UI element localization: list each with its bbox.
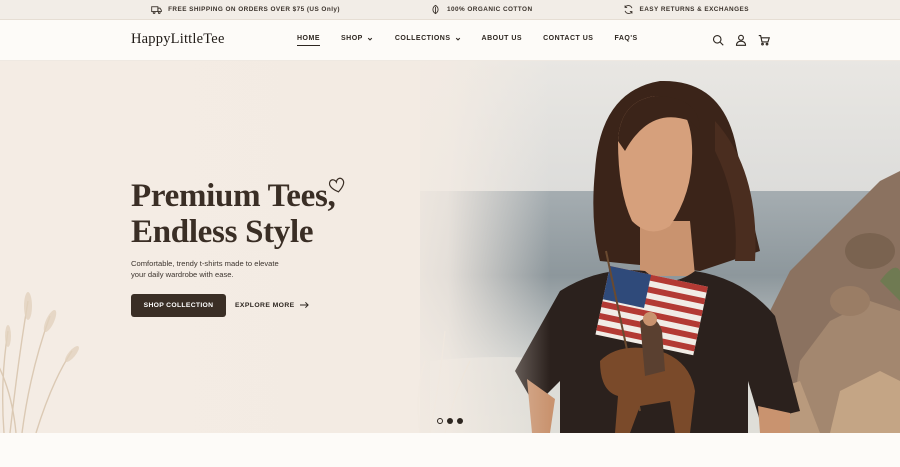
main-nav: HOME SHOP COLLECTIONS ABOUT US CONTACT U… [297, 35, 638, 46]
announcement-item-shipping: FREE SHIPPING ON ORDERS OVER $75 (US Onl… [151, 4, 340, 15]
leaf-icon [432, 4, 439, 15]
nav-item-collections[interactable]: COLLECTIONS [395, 35, 461, 42]
account-button[interactable] [735, 34, 747, 46]
hero-subtitle: Comfortable, trendy t-shirts made to ele… [131, 259, 279, 279]
nav-label: COLLECTIONS [394, 35, 451, 42]
site-logo[interactable]: HappyLittleTee [131, 31, 225, 48]
cart-icon [758, 34, 770, 46]
announcement-item-returns: EASY RETURNS & EXCHANGES [623, 4, 749, 15]
slider-dots [437, 418, 463, 424]
search-icon [712, 34, 724, 46]
nav-item-home[interactable]: HOME [297, 35, 320, 46]
nav-label: HOME [297, 35, 320, 42]
user-icon [735, 34, 747, 46]
nav-item-faqs[interactable]: FAQ'S [614, 35, 637, 42]
announcement-bar: FREE SHIPPING ON ORDERS OVER $75 (US Onl… [0, 0, 900, 20]
pampas-grass-left [0, 300, 73, 433]
nav-label: CONTACT US [543, 35, 594, 42]
model-illustration [515, 80, 800, 433]
search-button[interactable] [712, 34, 724, 46]
hero-title-line1: Premium Tees, [131, 178, 336, 214]
nav-item-shop[interactable]: SHOP [341, 35, 373, 42]
announcement-text: EASY RETURNS & EXCHANGES [639, 6, 749, 13]
announcement-text: FREE SHIPPING ON ORDERS OVER $75 (US Onl… [168, 6, 341, 13]
announcement-text: 100% ORGANIC COTTON [447, 6, 533, 13]
nav-item-contact[interactable]: CONTACT US [543, 35, 593, 42]
announcement-item-cotton: 100% ORGANIC COTTON [430, 4, 533, 15]
shop-collection-button[interactable]: SHOP COLLECTION [131, 294, 226, 317]
nav-label: ABOUT US [481, 35, 523, 42]
nav-label: SHOP [341, 35, 363, 42]
chevron-down-icon [367, 37, 373, 41]
arrow-right-icon [299, 301, 309, 309]
explore-more-label: EXPLORE MORE [235, 301, 295, 309]
site-header: HappyLittleTee HOME SHOP COLLECTIONS ABO… [0, 20, 900, 61]
nav-label: FAQ'S [614, 35, 638, 42]
heart-icon [328, 177, 345, 193]
hero-banner: Premium Tees, Endless Style Comfortable,… [0, 61, 900, 433]
explore-more-link[interactable]: EXPLORE MORE [235, 301, 309, 309]
chevron-down-icon [455, 37, 460, 41]
slider-dot[interactable] [447, 418, 453, 424]
hero-title: Premium Tees, Endless Style [131, 178, 391, 250]
hero-fade-overlay [380, 61, 550, 433]
section-below-hero [0, 433, 900, 467]
refresh-icon [624, 5, 632, 14]
truck-icon [151, 6, 162, 14]
cart-button[interactable] [758, 34, 770, 46]
slider-dot[interactable] [437, 418, 443, 424]
hero-title-line2: Endless Style [131, 214, 314, 250]
slider-dot[interactable] [457, 418, 463, 424]
nav-item-about[interactable]: ABOUT US [482, 35, 523, 42]
header-icons [712, 34, 770, 46]
